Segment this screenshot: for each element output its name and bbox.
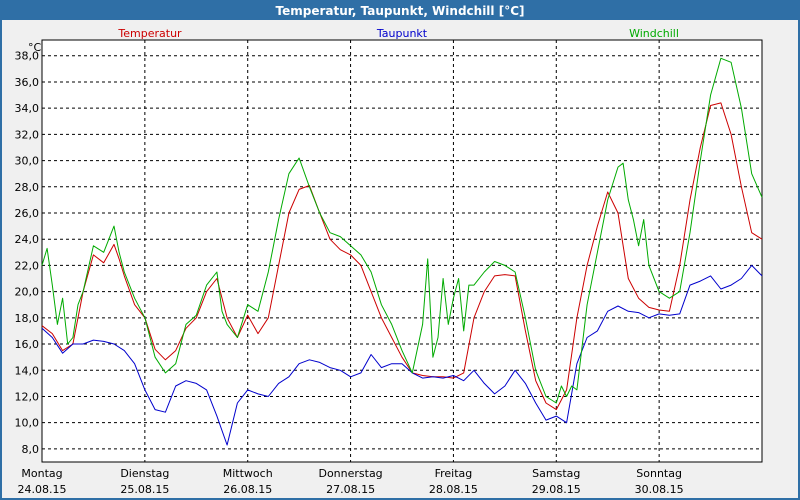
y-tick-label: 18,0 [15,312,40,325]
legend-label-windchill: Windchill [629,27,679,40]
legend-label-temperatur: Temperatur [117,27,182,40]
y-tick-label: 32,0 [15,128,40,141]
y-tick-label: 26,0 [15,207,40,220]
x-tick-day-label: Freitag [435,467,473,480]
y-tick-label: 30,0 [15,155,40,168]
window-title: Temperatur, Taupunkt, Windchill [°C] [2,2,798,20]
x-tick-date-label: 30.08.15 [635,483,684,496]
x-tick-day-label: Mittwoch [223,467,273,480]
x-tick-day-label: Donnerstag [318,467,382,480]
y-tick-label: 20,0 [15,286,40,299]
y-tick-label: 22,0 [15,259,40,272]
y-tick-label: 28,0 [15,181,40,194]
y-tick-label: 14,0 [15,364,40,377]
y-tick-label: 8,0 [22,443,40,456]
y-tick-label: 36,0 [15,76,40,89]
x-tick-date-label: 25.08.15 [120,483,169,496]
legend-label-taupunkt: Taupunkt [376,27,428,40]
x-tick-day-label: Samstag [532,467,580,480]
x-tick-date-label: 28.08.15 [429,483,478,496]
y-tick-label: 24,0 [15,233,40,246]
line-chart: 8,0 10,0 12,0 14,0 16,0 18,0 20,0 22,0 24,0 26,0 2… [15,27,763,496]
y-tick-label: 12,0 [15,390,40,403]
y-tick-label: 34,0 [15,102,40,115]
x-tick-day-label: Sonntag [636,467,682,480]
y-tick-label: 10,0 [15,417,40,430]
x-tick-date-label: 27.08.15 [326,483,375,496]
x-tick-date-label: 24.08.15 [18,483,67,496]
chart-window: Temperatur, Taupunkt, Windchill [°C] 8,0… [0,0,800,500]
y-tick-label: 16,0 [15,338,40,351]
x-tick-date-label: 26.08.15 [223,483,272,496]
y-axis-label: °C [28,41,42,54]
x-tick-day-label: Montag [21,467,62,480]
x-tick-day-label: Dienstag [120,467,169,480]
x-tick-date-label: 29.08.15 [532,483,581,496]
